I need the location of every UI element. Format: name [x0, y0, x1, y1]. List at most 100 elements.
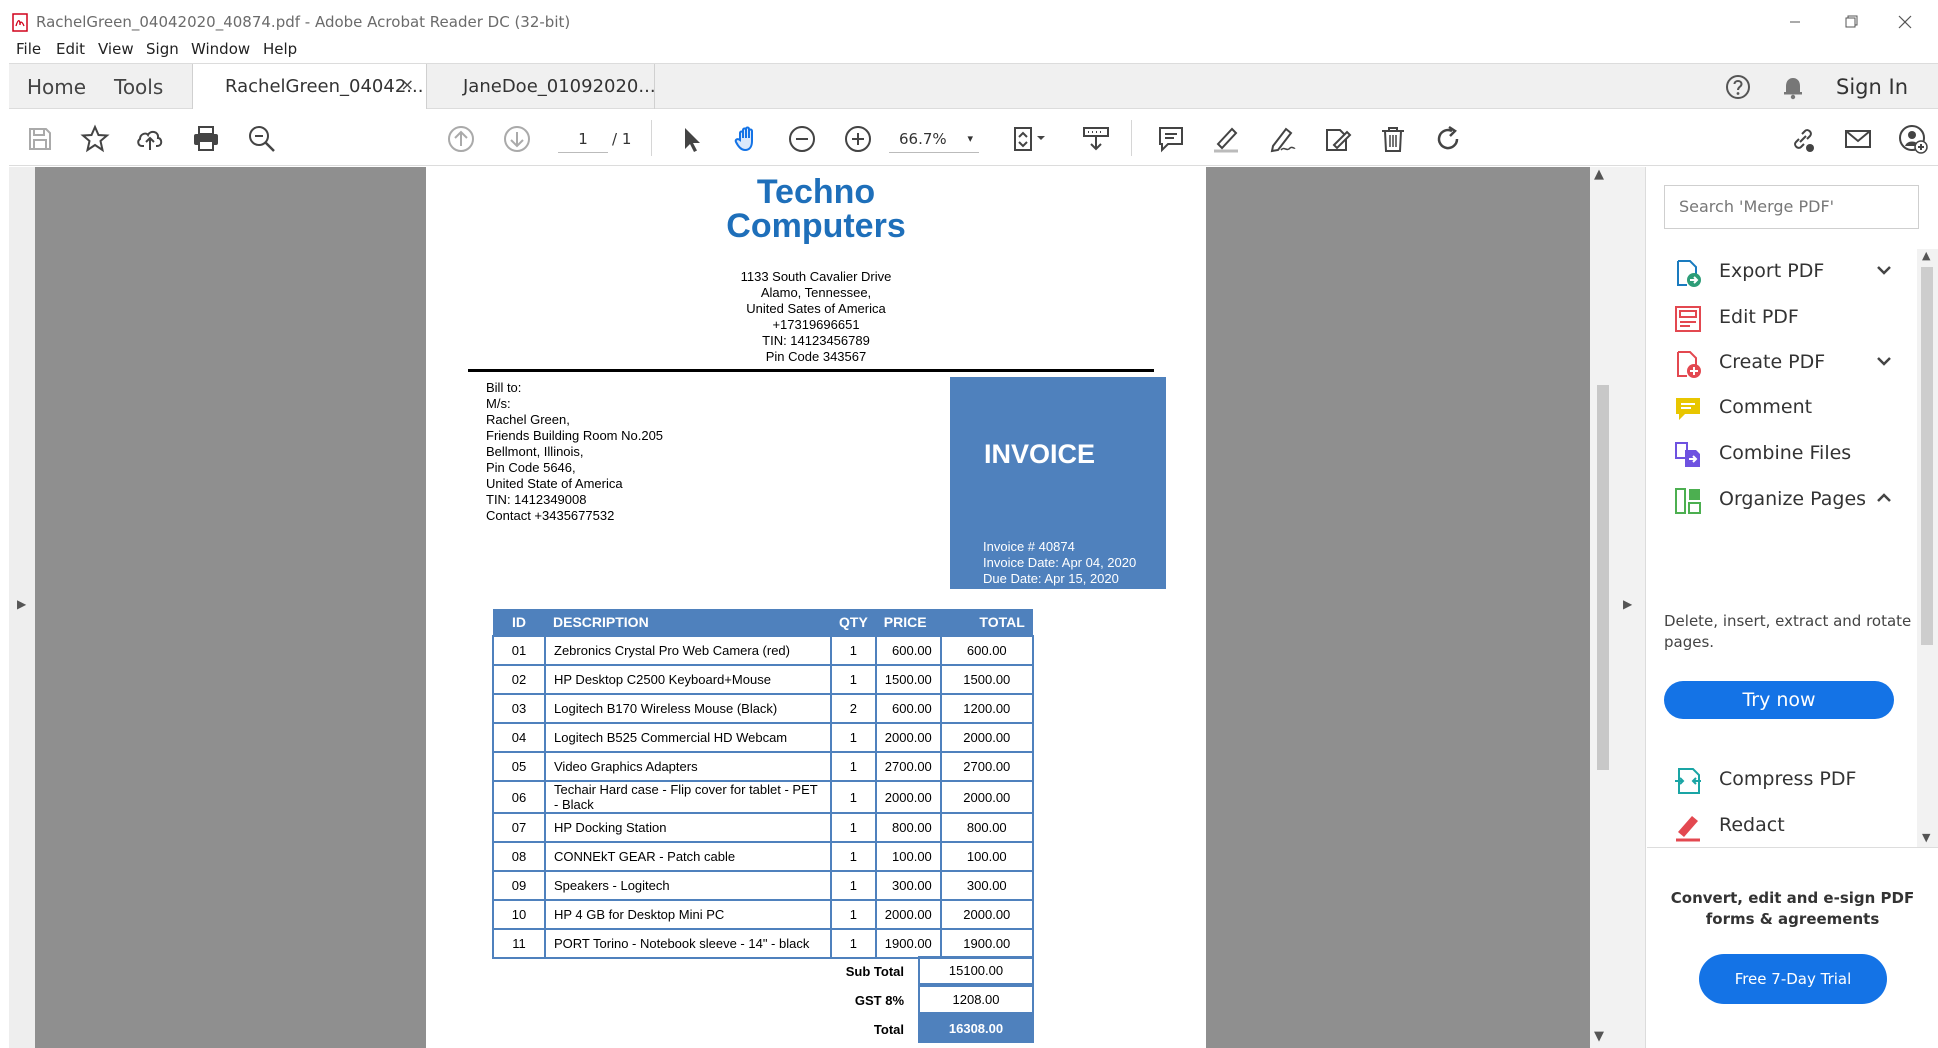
cell-id: 06 [492, 780, 546, 814]
chevron-down-icon[interactable] [1875, 263, 1893, 277]
scroll-up-icon[interactable]: ▲ [1922, 249, 1930, 262]
table-row: 09 Speakers - Logitech 1 300.00 300.00 [492, 870, 1034, 901]
tools-search-input[interactable]: Search 'Merge PDF' [1664, 185, 1919, 229]
address-line: Alamo, Tennessee, [760, 285, 872, 300]
invoice-items-table: ID DESCRIPTION QTY PRICE TOTAL 01 Zebroni… [492, 609, 1034, 959]
menu-edit[interactable]: Edit [56, 40, 85, 58]
tools-pane-scroll-thumb[interactable] [1921, 267, 1933, 645]
tool-create-pdf[interactable]: Create PDF [1647, 340, 1917, 386]
right-panel-toggle[interactable]: ▶ [1612, 167, 1646, 1048]
scroll-down-icon[interactable]: ▼ [1594, 1029, 1604, 1044]
menu-sign[interactable]: Sign [146, 40, 179, 58]
window-title: RachelGreen_04042020_40874.pdf - Adobe A… [36, 13, 571, 31]
restore-icon[interactable] [1836, 10, 1866, 34]
menu-file[interactable]: File [16, 40, 41, 58]
save-icon[interactable] [25, 124, 55, 154]
hand-tool-icon[interactable] [732, 124, 762, 154]
bookmark-star-icon[interactable] [80, 124, 110, 154]
next-page-icon[interactable] [502, 124, 532, 154]
delete-trash-icon[interactable] [1378, 124, 1408, 154]
tool-compress-pdf[interactable]: Compress PDF [1647, 757, 1917, 803]
address-line: 1133 South Cavalier Drive [740, 269, 892, 284]
zoom-search-icon[interactable] [247, 124, 277, 154]
minimize-icon[interactable] [1780, 10, 1810, 34]
cell-price: 600.00 [874, 693, 942, 724]
table-row: 01 Zebronics Crystal Pro Web Camera (red)… [492, 635, 1034, 666]
select-cursor-icon[interactable] [676, 124, 706, 154]
zoom-level-select[interactable]: 66.7% ▾ [889, 125, 979, 153]
company-name-line2: Computers [726, 207, 906, 245]
cell-description: Logitech B525 Commercial HD Webcam [544, 722, 832, 753]
table-row: 07 HP Docking Station 1 800.00 800.00 [492, 812, 1034, 843]
help-icon[interactable] [1724, 73, 1752, 101]
free-trial-button[interactable]: Free 7-Day Trial [1699, 954, 1887, 1004]
try-now-button[interactable]: Try now [1664, 681, 1894, 719]
email-envelope-icon[interactable] [1843, 124, 1873, 154]
scroll-mode-icon[interactable] [1081, 124, 1111, 154]
expand-left-panel-icon[interactable]: ▶ [17, 597, 26, 611]
tool-edit-pdf[interactable]: Edit PDF [1647, 295, 1917, 341]
cell-id: 05 [492, 751, 546, 782]
menu-view[interactable]: View [98, 40, 134, 58]
menu-help[interactable]: Help [263, 40, 297, 58]
share-link-icon[interactable] [1788, 124, 1818, 154]
tab-bar: Home Tools RachelGreen_04042... × JaneDo… [9, 63, 1938, 109]
sign-in-link[interactable]: Sign In [1836, 75, 1908, 99]
tool-label: Edit PDF [1719, 306, 1799, 328]
left-panel-toggle[interactable]: ▶ [9, 167, 35, 1048]
print-icon[interactable] [191, 124, 221, 154]
tab-document-janedoe[interactable]: JaneDoe_01092020... [427, 64, 656, 109]
collapse-right-panel-icon[interactable]: ▶ [1623, 597, 1632, 611]
cell-qty: 1 [830, 841, 877, 872]
tool-export-pdf[interactable]: Export PDF [1647, 249, 1917, 295]
fill-sign-icon[interactable] [1322, 124, 1352, 154]
cell-description: HP 4 GB for Desktop Mini PC [544, 899, 832, 930]
tools-pane-scrollbar[interactable]: ▲ ▼ [1917, 249, 1938, 849]
chevron-down-icon[interactable] [1875, 354, 1893, 368]
tool-combine-files[interactable]: Combine Files [1647, 431, 1917, 477]
page-number-input[interactable]: 1 [558, 125, 608, 153]
draw-pen-icon[interactable] [1267, 124, 1297, 154]
cell-id: 02 [492, 664, 546, 695]
close-tab-icon[interactable]: × [401, 75, 414, 94]
cell-id: 01 [492, 635, 546, 666]
acrobat-window: RachelGreen_04042020_40874.pdf - Adobe A… [0, 0, 1938, 1048]
menu-window[interactable]: Window [191, 40, 250, 58]
tool-organize-pages[interactable]: Organize Pages [1647, 477, 1917, 523]
cell-total: 600.00 [939, 635, 1034, 666]
rotate-icon[interactable] [1433, 124, 1463, 154]
tool-comment[interactable]: Comment [1647, 385, 1917, 431]
document-scroll-thumb[interactable] [1597, 385, 1609, 770]
scroll-up-icon[interactable]: ▲ [1594, 167, 1604, 182]
chevron-up-icon[interactable] [1875, 491, 1893, 505]
comment-icon[interactable] [1156, 124, 1186, 154]
cell-id: 08 [492, 841, 546, 872]
cell-qty: 1 [830, 899, 877, 930]
invoice-meta: Invoice # 40874 Invoice Date: Apr 04, 20… [983, 539, 1136, 587]
fit-page-icon[interactable] [1009, 124, 1049, 154]
upload-cloud-icon[interactable] [135, 124, 165, 154]
page-total: / 1 [612, 130, 632, 148]
zoom-out-icon[interactable] [787, 124, 817, 154]
due-date: Due Date: Apr 15, 2020 [983, 571, 1119, 586]
previous-page-icon[interactable] [446, 124, 476, 154]
highlight-pen-icon[interactable] [1211, 124, 1241, 154]
tab-document-rachelgreen[interactable]: RachelGreen_04042... × [192, 64, 427, 109]
add-user-icon[interactable] [1898, 124, 1928, 154]
notifications-bell-icon[interactable] [1779, 73, 1807, 101]
cell-id: 10 [492, 899, 546, 930]
cell-qty: 1 [830, 664, 877, 695]
cell-price: 1900.00 [874, 928, 942, 959]
address-line: Pin Code 343567 [765, 349, 867, 364]
tab-tools[interactable]: Tools [114, 75, 163, 99]
tab-home[interactable]: Home [27, 75, 86, 99]
total-label: Total [873, 1022, 904, 1037]
toolbar-divider [651, 120, 652, 156]
table-row: 08 CONNEkT GEAR - Patch cable 1 100.00 100.0… [492, 841, 1034, 872]
cell-price: 800.00 [874, 812, 942, 843]
zoom-in-icon[interactable] [843, 124, 873, 154]
organize-pages-description: Delete, insert, extract and rotate pages… [1664, 612, 1912, 651]
scroll-down-icon[interactable]: ▼ [1922, 831, 1930, 844]
close-window-icon[interactable] [1890, 10, 1920, 34]
tool-redact[interactable]: Redact [1647, 803, 1917, 849]
